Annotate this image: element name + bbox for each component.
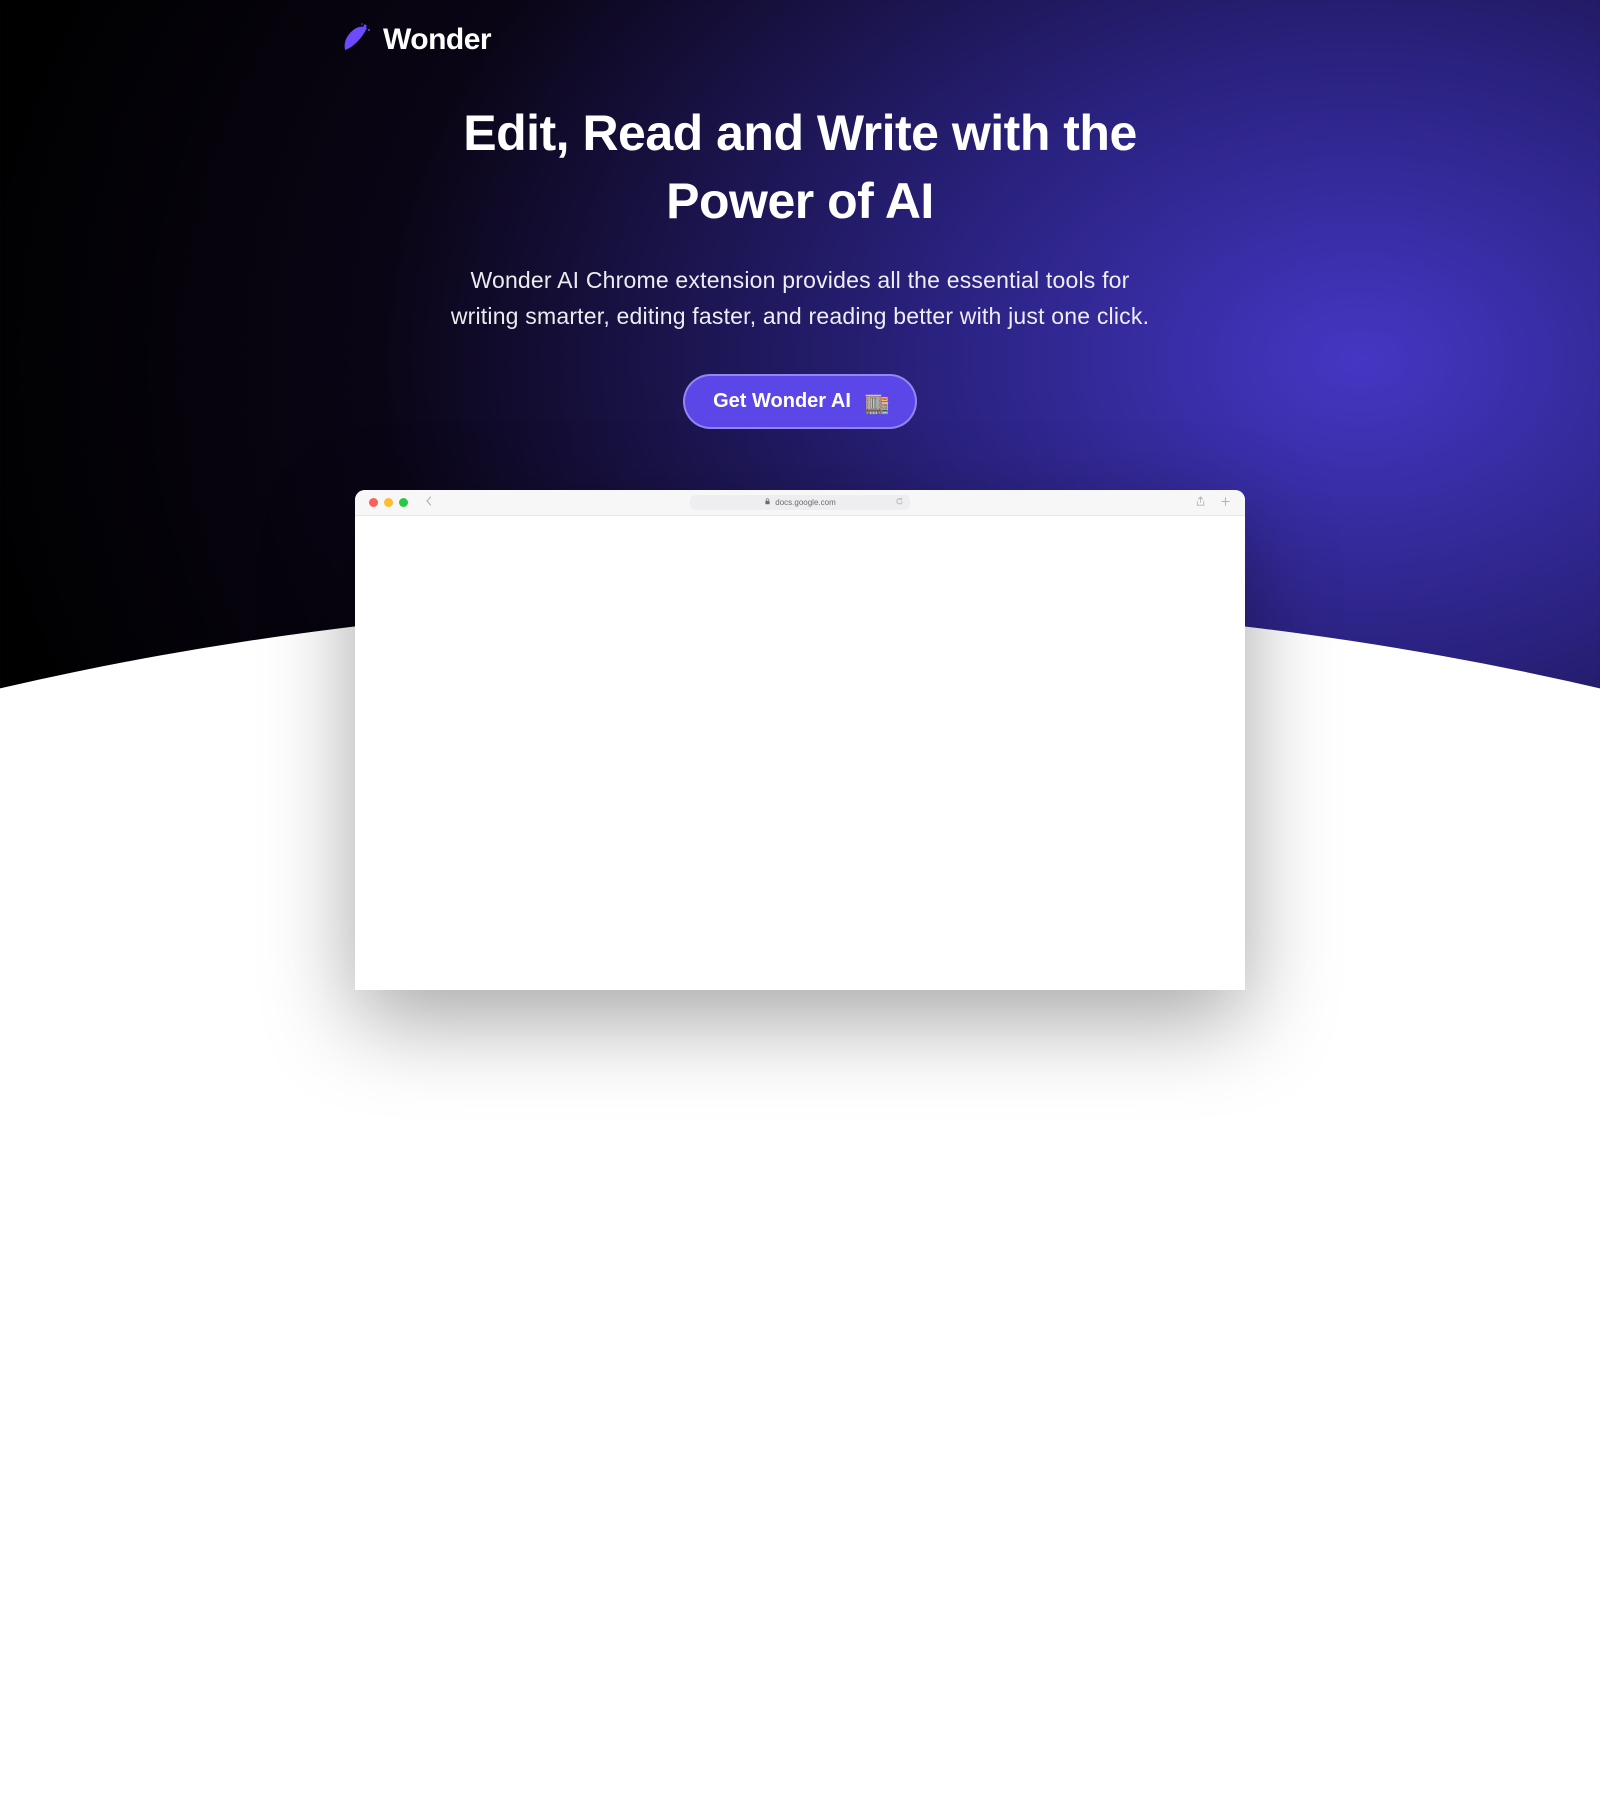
hero-section: Edit, Read and Write with the Power of A… bbox=[440, 100, 1160, 429]
hero-subtitle: Wonder AI Chrome extension provides all … bbox=[440, 263, 1160, 334]
browser-right-controls bbox=[1195, 496, 1231, 510]
close-window-icon[interactable] bbox=[369, 498, 378, 507]
window-controls bbox=[369, 498, 408, 507]
logo-text: Wonder bbox=[383, 23, 491, 57]
logo-icon bbox=[337, 22, 373, 58]
maximize-window-icon[interactable] bbox=[399, 498, 408, 507]
address-bar[interactable]: docs.google.com bbox=[690, 495, 910, 510]
new-tab-icon[interactable] bbox=[1220, 496, 1231, 510]
browser-content-area bbox=[355, 516, 1245, 990]
logo[interactable]: Wonder bbox=[337, 22, 491, 58]
get-wonder-ai-button[interactable]: Get Wonder AI 🏬 bbox=[683, 374, 917, 429]
refresh-icon[interactable] bbox=[895, 497, 904, 508]
share-icon[interactable] bbox=[1195, 496, 1206, 510]
url-text: docs.google.com bbox=[775, 498, 835, 507]
chrome-store-icon: 🏬 bbox=[865, 391, 887, 413]
browser-mockup: docs.google.com bbox=[355, 490, 1245, 990]
browser-toolbar: docs.google.com bbox=[355, 490, 1245, 516]
cta-label: Get Wonder AI bbox=[713, 390, 851, 413]
lock-icon bbox=[764, 498, 771, 507]
hero-title: Edit, Read and Write with the Power of A… bbox=[440, 100, 1160, 235]
back-button-icon[interactable] bbox=[424, 496, 434, 509]
minimize-window-icon[interactable] bbox=[384, 498, 393, 507]
